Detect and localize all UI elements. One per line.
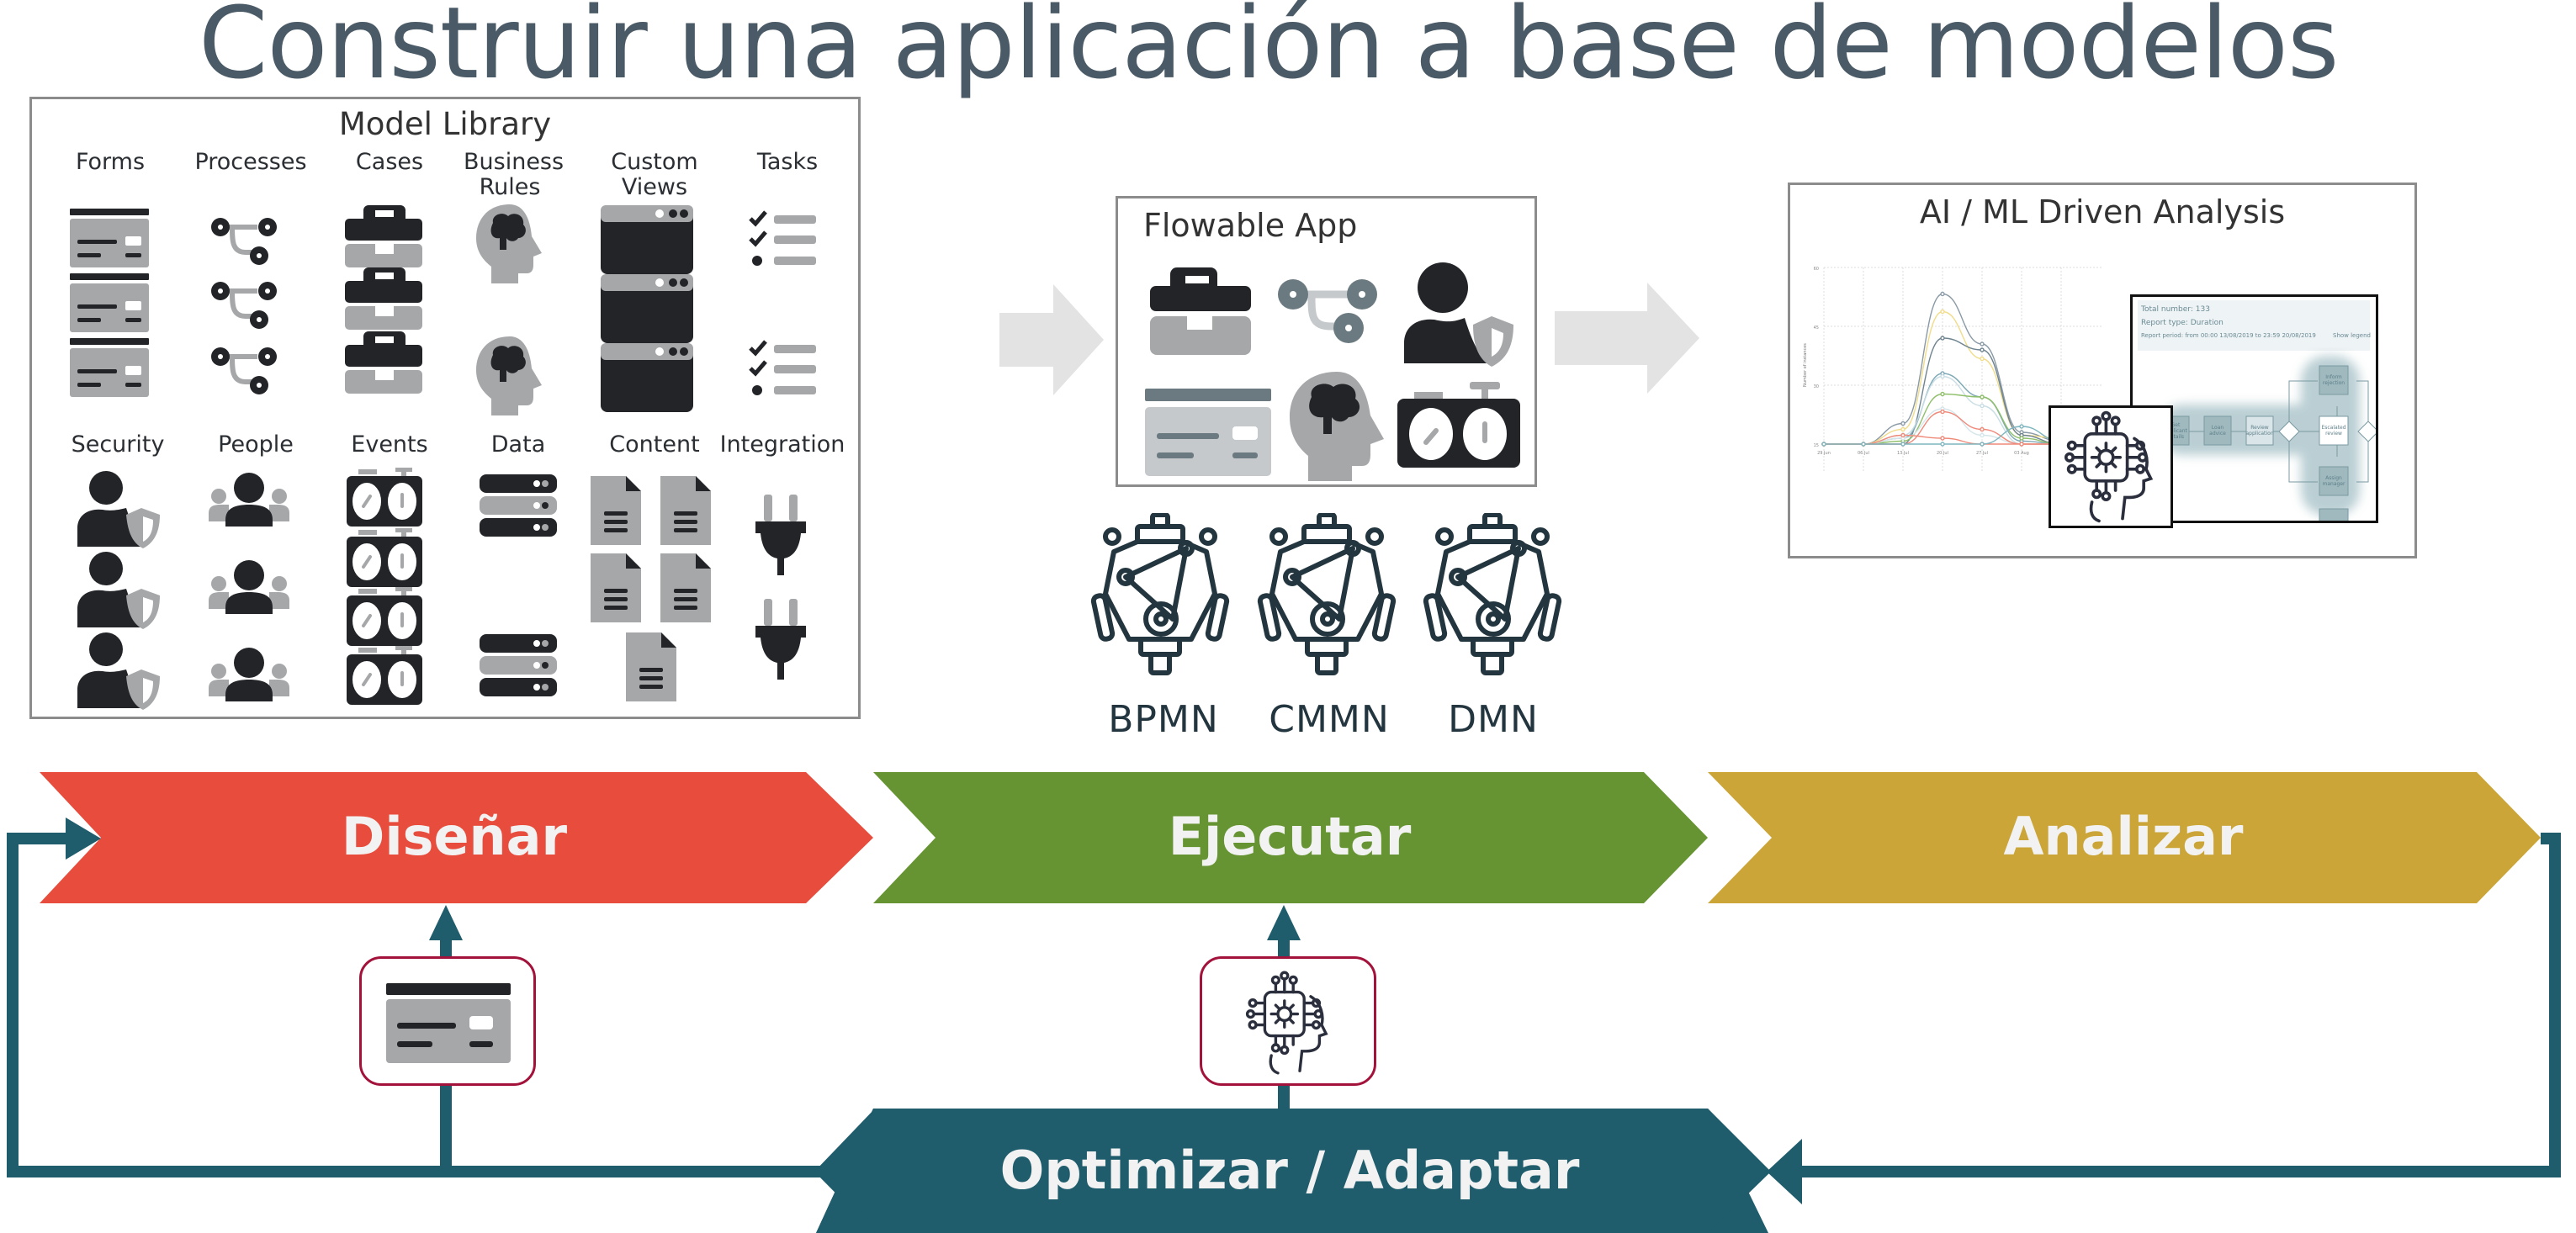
ai-brain-circuit-icon <box>1245 971 1328 1075</box>
optimize-label: Optimizar / Adaptar <box>999 1140 1580 1201</box>
form-icon <box>386 983 511 1063</box>
feedback-badge-form <box>359 956 536 1086</box>
feedback-badge-ai <box>1200 956 1376 1086</box>
